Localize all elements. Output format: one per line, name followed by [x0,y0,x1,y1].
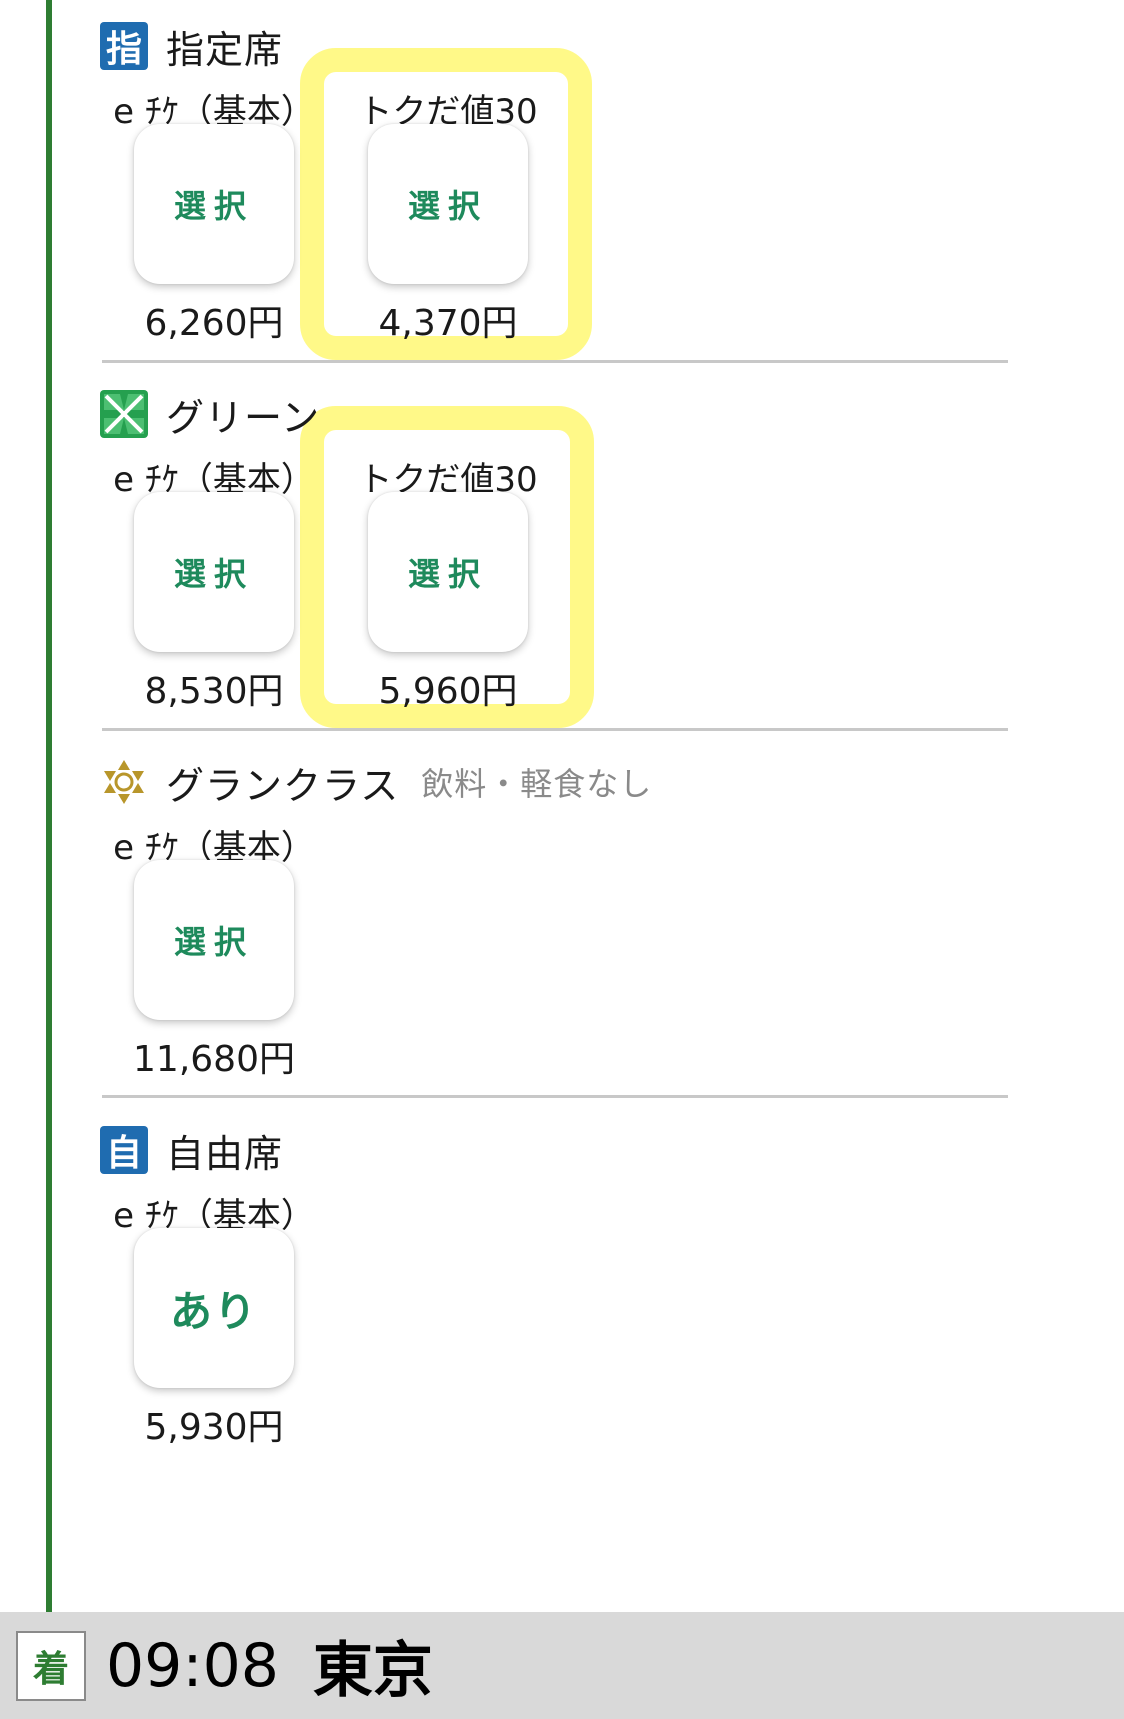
fare-price: 11,680円 [133,1039,295,1080]
fare-price: 4,370円 [378,303,518,344]
section-header: グランクラス 飲料・軽食なし [100,756,652,808]
gran-class-emblem-icon [100,758,148,806]
non-reserved-seat-icon: 自 [100,1126,148,1174]
reserved-seat-icon: 指 [100,22,148,70]
divider [102,1095,1008,1098]
green-car-clover-icon [100,390,148,438]
arrival-bar: 着 09:08 東京 [0,1612,1124,1719]
fare-price: 8,530円 [144,671,284,712]
route-line [46,0,52,1612]
fare-price: 5,960円 [378,671,518,712]
divider [102,360,1008,363]
arrival-time: 09:08 [106,1630,279,1701]
class-note: 飲料・軽食なし [421,765,653,803]
fare-price: 6,260円 [144,303,284,344]
class-title: グランクラス [166,763,400,808]
class-title: 自由席 [166,1131,284,1176]
select-button[interactable]: 選択 [368,124,528,284]
fare-price: 5,930円 [144,1407,284,1448]
arrival-station: 東京 [312,1636,433,1706]
seat-class-gran-class: グランクラス 飲料・軽食なし e ﾁｹ（基本） 選択 11,680円 [100,756,1008,1086]
class-title: 指定席 [166,27,284,72]
select-button[interactable]: 選択 [134,124,294,284]
seat-class-non-reserved: 自 自由席 e ﾁｹ（基本） あり 5,930円 [100,1124,1008,1454]
class-title: グリーン [166,395,321,440]
seat-class-reserved: 指 指定席 e ﾁｹ（基本） 選択 6,260円 トクだ値30 選択 4,370… [100,20,1008,350]
section-header: 自 自由席 [100,1124,283,1176]
select-button[interactable]: 選択 [368,492,528,652]
divider [102,728,1008,731]
section-header: 指 指定席 [100,20,283,72]
arrival-badge: 着 [16,1630,86,1701]
select-button[interactable]: 選択 [134,860,294,1020]
section-header: グリーン [100,388,320,440]
seat-class-green: グリーン e ﾁｹ（基本） 選択 8,530円 トクだ値30 選択 5,960円 [100,388,1008,718]
availability-button[interactable]: あり [134,1228,294,1388]
select-button[interactable]: 選択 [134,492,294,652]
